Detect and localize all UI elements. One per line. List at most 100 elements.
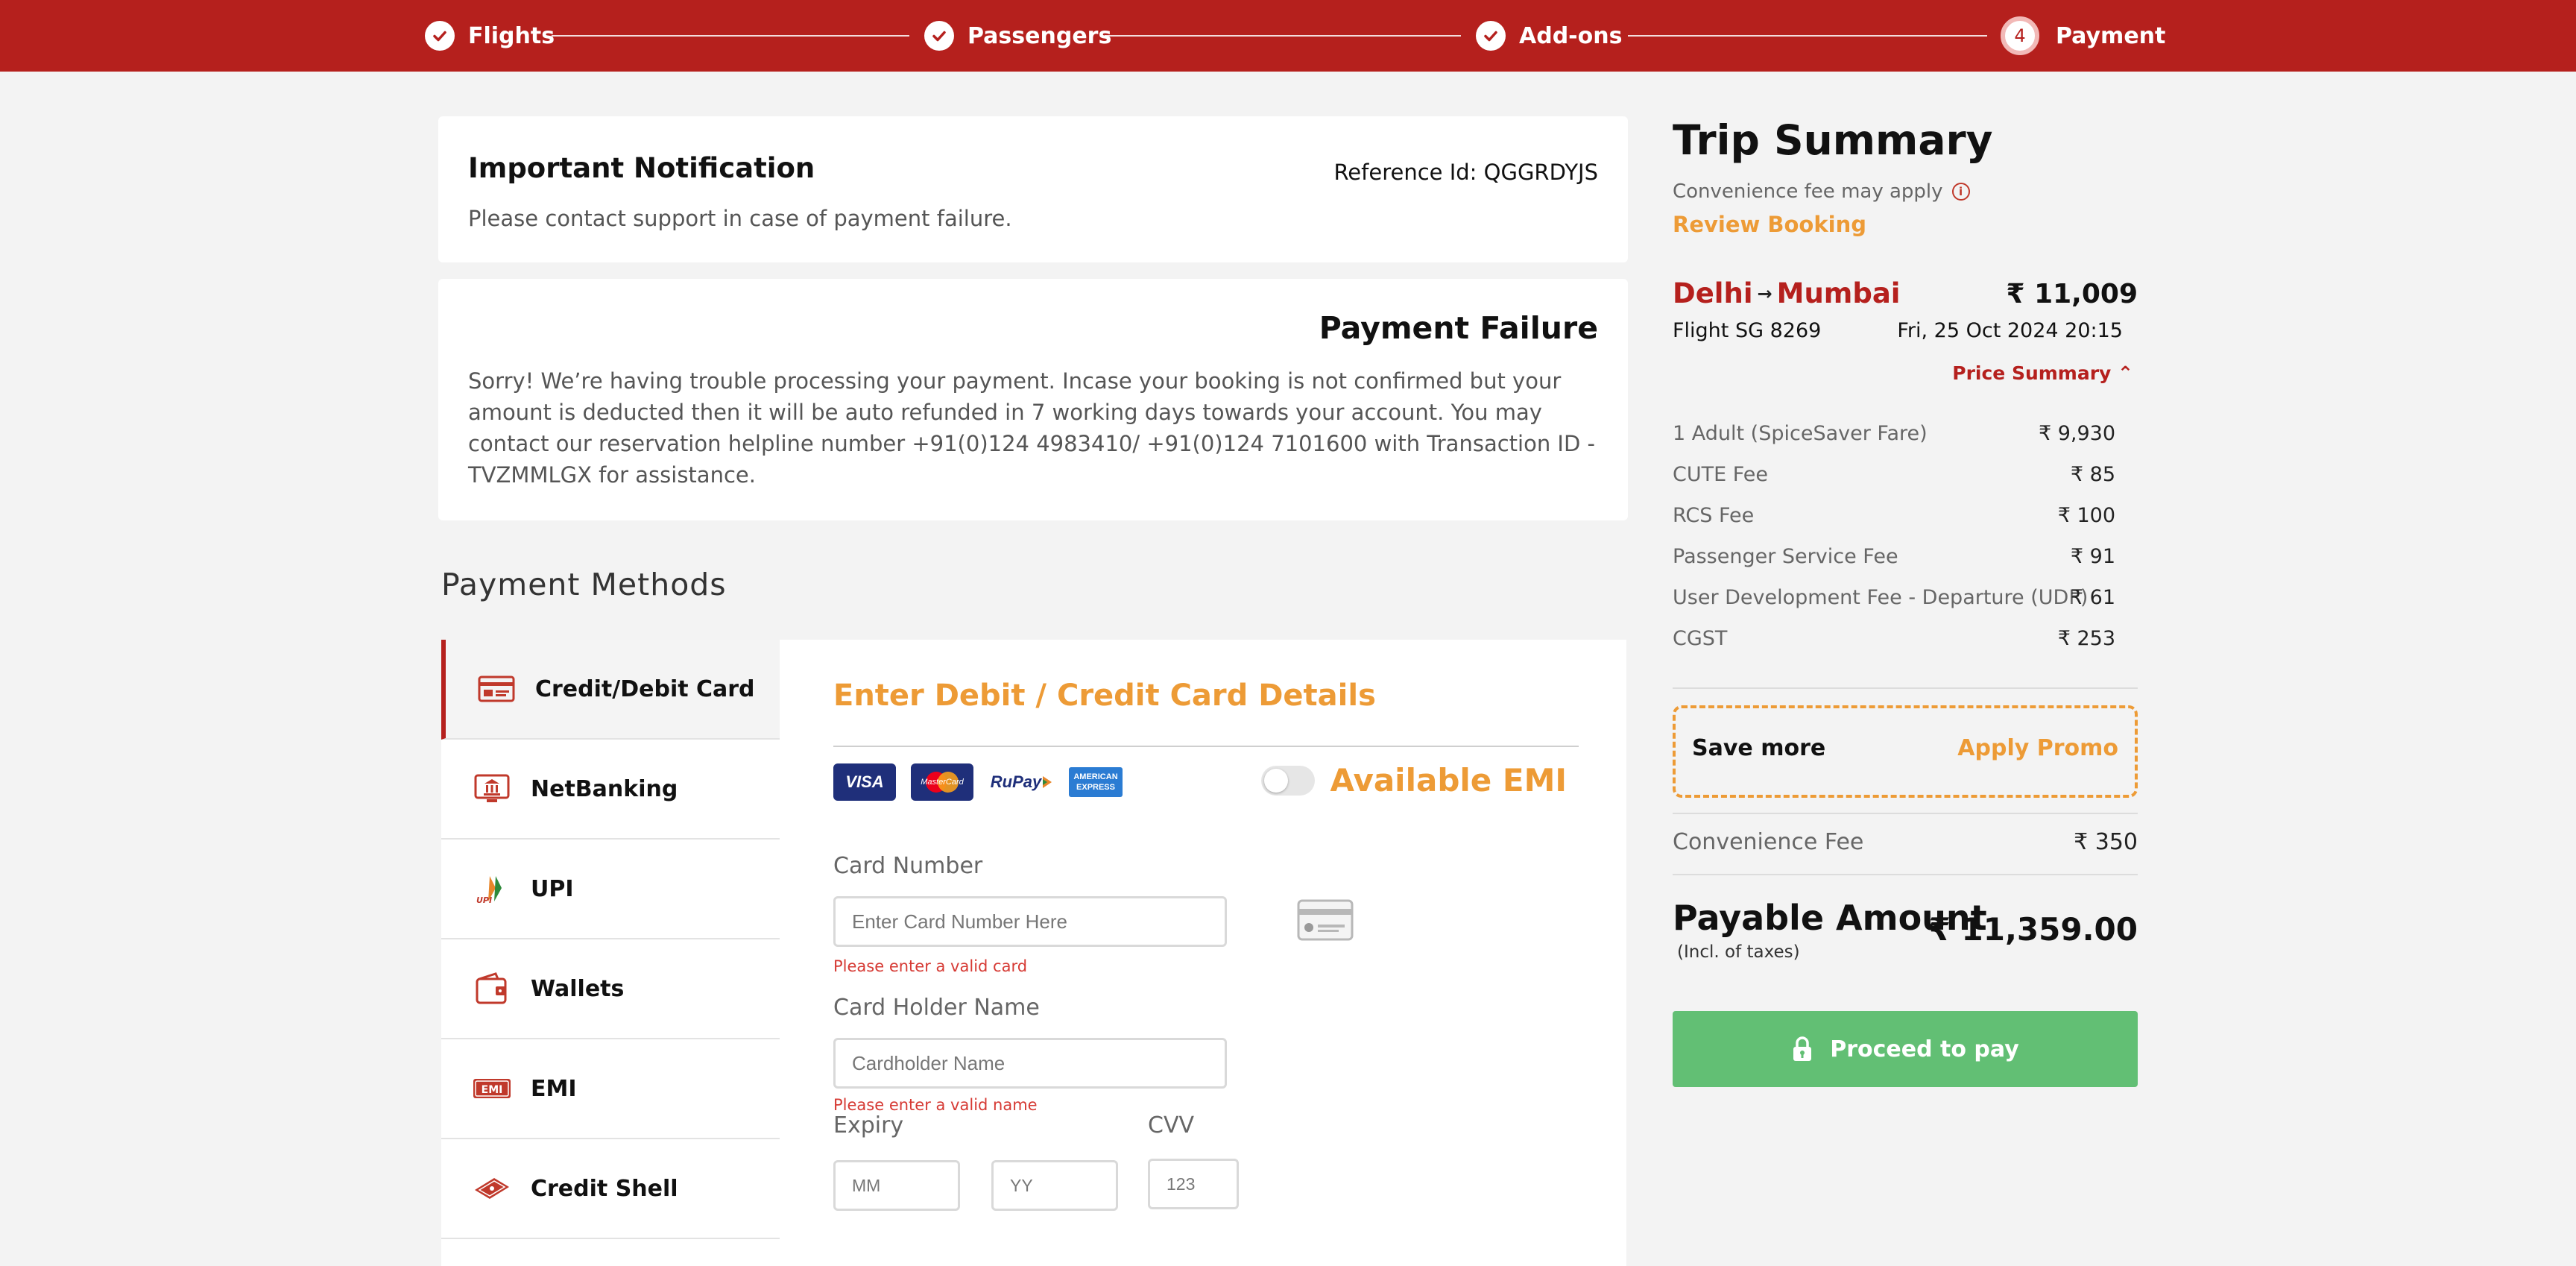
lock-icon <box>1791 1036 1813 1062</box>
visa-logo-text: VISA <box>845 772 884 791</box>
wallet-icon <box>471 972 513 1004</box>
card-details-panel: Enter Debit / Credit Card Details VISA M… <box>780 640 1626 1266</box>
check-icon <box>425 21 455 51</box>
emi-toggle[interactable] <box>1261 765 1316 796</box>
review-booking-link[interactable]: Review Booking <box>1673 212 1866 237</box>
mastercard-logo-text: MasterCard <box>921 778 964 787</box>
origin-city: Delhi <box>1673 277 1753 309</box>
check-icon <box>1476 21 1506 51</box>
step-addons[interactable]: Add-ons <box>1476 19 1622 52</box>
upi-icon: UPI <box>471 874 513 904</box>
trip-summary-title: Trip Summary <box>1673 116 1993 164</box>
price-row: RCS Fee ₹ 100 <box>1673 504 2138 527</box>
visa-logo: VISA <box>833 763 896 801</box>
expiry-year-input[interactable] <box>991 1160 1118 1211</box>
convenience-fee-row: Convenience Fee ₹ 350 <box>1673 829 2138 855</box>
step-number: 4 <box>2001 16 2039 55</box>
tab-wallets[interactable]: Wallets <box>441 939 780 1039</box>
bank-icon <box>471 774 513 804</box>
info-icon[interactable]: i <box>1951 183 1970 201</box>
price-row-label: Passenger Service Fee <box>1673 545 1898 568</box>
proceed-to-pay-button[interactable]: Proceed to pay <box>1673 1011 2138 1087</box>
tab-credit-shell[interactable]: Credit Shell <box>441 1139 780 1239</box>
toggle-knob <box>1264 768 1289 793</box>
failure-title: Payment Failure <box>1319 310 1598 346</box>
tab-label: Credit Shell <box>531 1175 678 1202</box>
price-row: User Development Fee - Departure (UDF) ₹… <box>1673 586 2138 609</box>
price-row-label: CUTE Fee <box>1673 463 1769 486</box>
payment-failure-card: Payment Failure Sorry! We’re having trou… <box>438 279 1628 520</box>
convenience-note-text: Convenience fee may apply <box>1673 180 1943 203</box>
failure-message: Sorry! We’re having trouble processing y… <box>468 368 1595 488</box>
tab-label: UPI <box>531 875 574 902</box>
card-icon <box>1297 899 1354 944</box>
booking-stepper: Flights Passengers Add-ons 4 Payment <box>0 0 2576 72</box>
svg-text:EMI: EMI <box>482 1084 503 1096</box>
payment-methods-title: Payment Methods <box>441 567 727 602</box>
payment-method-list: Credit/Debit Card NetBanking UPI UPI Wal… <box>441 640 780 1266</box>
step-payment[interactable]: 4 Payment <box>2001 15 2165 57</box>
amex-logo: AMERICAN EXPRESS <box>1069 767 1123 797</box>
flight-datetime: Fri, 25 Oct 2024 20:15 <box>1897 319 2123 342</box>
divider <box>833 746 1579 747</box>
flight-number: Flight SG 8269 <box>1673 319 1822 342</box>
tab-emi[interactable]: EMI EMI <box>441 1039 780 1139</box>
divider <box>1673 687 2138 689</box>
tab-netbanking[interactable]: NetBanking <box>441 740 780 840</box>
card-number-error: Please enter a valid card <box>833 957 1028 975</box>
reference-id: Reference Id: QGGRDYJS <box>1333 160 1598 185</box>
available-emi-label: Available EMI <box>1330 762 1567 799</box>
taxes-note: (Incl. of taxes) <box>1677 942 1800 962</box>
destination-city: Mumbai <box>1776 277 1901 309</box>
notification-card: Important Notification Reference Id: QGG… <box>438 116 1628 262</box>
tab-label: EMI <box>531 1075 577 1102</box>
convenience-fee-label: Convenience Fee <box>1673 829 1864 855</box>
apply-promo-link[interactable]: Apply Promo <box>1957 735 2118 761</box>
save-more-text: Save more <box>1692 735 1826 761</box>
step-connector <box>1105 35 1461 37</box>
available-emi-toggle-group: Available EMI <box>1261 762 1567 799</box>
expiry-label: Expiry <box>833 1112 904 1139</box>
convenience-note: Convenience fee may apply i <box>1673 180 1970 203</box>
price-row: 1 Adult (SpiceSaver Fare) ₹ 9,930 <box>1673 422 2138 445</box>
svg-text:UPI: UPI <box>476 895 492 904</box>
notification-message: Please contact support in case of paymen… <box>468 206 1012 231</box>
price-row-value: ₹ 9,930 <box>2038 422 2115 445</box>
step-connector <box>552 35 909 37</box>
step-label: Passengers <box>967 22 1112 49</box>
price-row-value: ₹ 91 <box>2070 545 2115 568</box>
price-row: Passenger Service Fee ₹ 91 <box>1673 545 2138 568</box>
card-icon <box>476 674 517 704</box>
tab-label: NetBanking <box>531 775 678 802</box>
card-network-logos: VISA MasterCard RuPay AMERICAN EXPRESS <box>833 763 1137 801</box>
price-row-label: 1 Adult (SpiceSaver Fare) <box>1673 422 1928 445</box>
card-number-input[interactable] <box>833 896 1227 947</box>
card-holder-name-label: Card Holder Name <box>833 995 1040 1021</box>
cvv-input[interactable] <box>1148 1159 1239 1209</box>
price-row: CGST ₹ 253 <box>1673 627 2138 650</box>
price-summary-toggle[interactable]: Price Summary ⌃ <box>1952 362 2133 384</box>
fare-total: ₹ 11,009 <box>2006 279 2138 309</box>
amex-logo-text: AMERICAN <box>1073 772 1118 781</box>
step-label: Flights <box>468 22 555 49</box>
price-row-label: RCS Fee <box>1673 504 1755 527</box>
arrow-right-icon: → <box>1757 283 1772 304</box>
divider <box>1673 874 2138 875</box>
card-holder-name-input[interactable] <box>833 1038 1227 1089</box>
tab-credit-debit-card[interactable]: Credit/Debit Card <box>441 640 780 740</box>
price-row-value: ₹ 253 <box>2057 627 2115 650</box>
tab-label: Credit/Debit Card <box>535 675 755 702</box>
expiry-month-input[interactable] <box>833 1160 960 1211</box>
mastercard-logo: MasterCard <box>911 763 973 801</box>
convenience-fee-value: ₹ 350 <box>2074 829 2138 855</box>
step-passengers[interactable]: Passengers <box>924 19 1111 52</box>
price-row-value: ₹ 100 <box>2057 504 2115 527</box>
tab-upi[interactable]: UPI UPI <box>441 840 780 939</box>
rupay-logo: RuPay <box>988 763 1054 801</box>
card-holder-name-error: Please enter a valid name <box>833 1096 1038 1114</box>
step-label: Payment <box>2056 22 2166 49</box>
check-icon <box>924 21 954 51</box>
step-flights[interactable]: Flights <box>425 19 555 52</box>
credit-shell-icon <box>471 1174 513 1203</box>
price-row-label: User Development Fee - Departure (UDF) <box>1673 586 2089 609</box>
